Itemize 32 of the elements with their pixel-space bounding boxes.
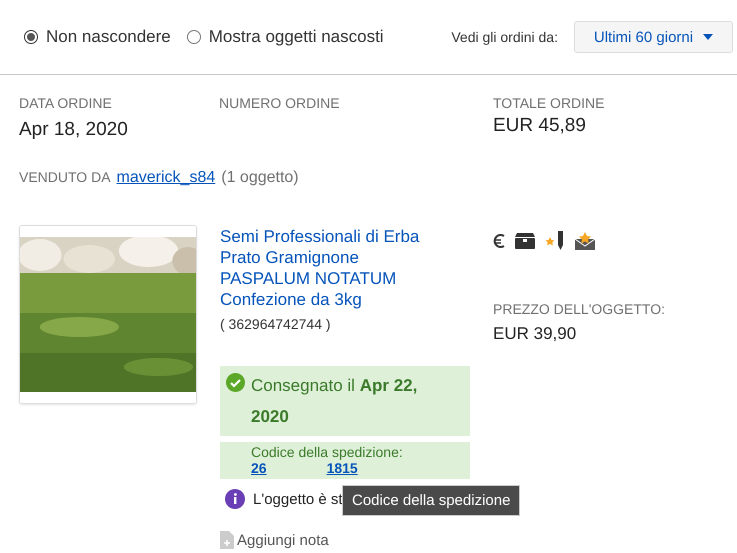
order-date: Apr 18, 2020	[19, 119, 129, 141]
add-note-button[interactable]: Aggiungi nota	[220, 531, 329, 549]
envelope-star-icon	[575, 232, 595, 250]
filter-radio[interactable]: Non nascondere	[24, 27, 171, 47]
total-label: TOTALE ORDINE	[493, 95, 606, 111]
check-icon	[226, 373, 245, 392]
seller-link[interactable]: maverick_s84	[116, 169, 216, 187]
info-text: L'oggetto è st	[253, 490, 343, 508]
note-icon	[220, 531, 234, 549]
seller-label: VENDUTO DA	[19, 169, 111, 185]
date-label: DATA ORDINE	[19, 95, 113, 111]
tracking-label: Codice della spedizione:	[251, 444, 404, 460]
delivery-text: Consegnato il Apr 22, 2020	[251, 375, 418, 428]
order-number-label: NUMERO ORDINE	[219, 95, 341, 111]
package-icon	[515, 233, 535, 249]
tracking-link[interactable]: 26 1815	[251, 460, 358, 476]
order-total: EUR 45,89	[493, 115, 587, 137]
period-label: Vedi gli ordini da:	[451, 29, 558, 45]
radio-circle[interactable]	[186, 30, 201, 44]
item-count: (1 oggetto)	[221, 169, 299, 187]
item-title[interactable]: Semi Professionali di Erba Prato Gramignone PASPALUM NOTATUM Confezione da 3kg	[220, 226, 448, 310]
info-icon	[225, 489, 245, 509]
radio-circle[interactable]	[24, 30, 38, 44]
item-price: EUR 39,90	[493, 324, 578, 344]
star-pencil-icon	[545, 231, 565, 251]
tooltip: Codice della spedizione	[342, 485, 520, 516]
period-dropdown[interactable]: Ultimi 60 giorni	[574, 21, 733, 53]
price-label: PREZZO DELL'OGGETTO:	[493, 301, 666, 317]
euro-icon	[493, 233, 505, 249]
filter-radio[interactable]: Mostra oggetti nascosti	[186, 27, 384, 47]
item-number: ( 362964742744 )	[220, 316, 332, 332]
caret-icon	[703, 34, 714, 40]
